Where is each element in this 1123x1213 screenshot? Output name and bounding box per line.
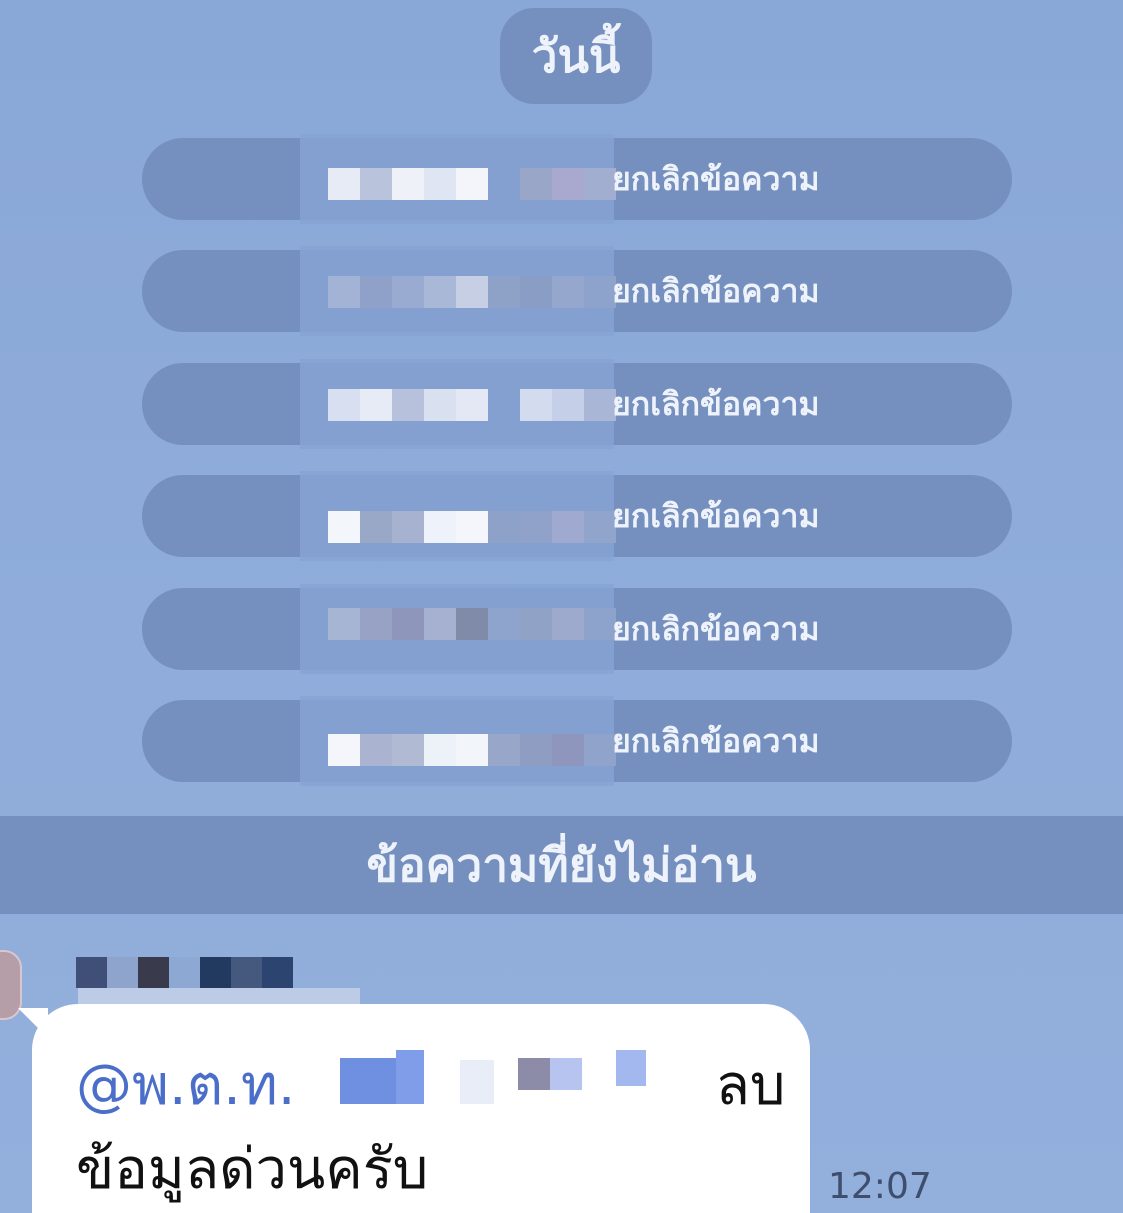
redacted-name — [328, 388, 616, 421]
unsend-notice-text: ยกเลิกข้อความ — [612, 721, 820, 760]
unread-divider-label: ข้อความที่ยังไม่อ่าน — [366, 837, 757, 892]
mention-link[interactable]: @พ.ต.ท. — [76, 1053, 296, 1118]
sender-name-redacted — [76, 957, 293, 988]
redacted-mention-name — [340, 1030, 670, 1120]
message-text-part: ลบ — [715, 1053, 786, 1118]
redacted-name — [328, 733, 616, 766]
redacted-name — [328, 276, 616, 309]
unsend-notice: ยกเลิกข้อความ — [142, 246, 1012, 337]
unsend-notice-text: ยกเลิกข้อความ — [612, 272, 820, 311]
unsend-notice-text: ยกเลิกข้อความ — [612, 497, 820, 536]
message-timestamp: 12:07 — [828, 1166, 932, 1207]
redacted-name — [328, 511, 616, 544]
unsend-notice-text: ยกเลิกข้อความ — [612, 160, 820, 198]
unsend-notice-text: ยกเลิกข้อความ — [612, 384, 820, 423]
unsend-notice-text: ยกเลิกข้อความ — [612, 609, 820, 648]
unsend-notice: ยกเลิกข้อความ — [142, 695, 1012, 786]
unsend-notice: ยกเลิกข้อความ — [142, 358, 1012, 449]
redacted-name — [328, 607, 616, 640]
unsend-notice: ยกเลิกข้อความ — [142, 471, 1012, 562]
unsend-notice: ยกเลิกข้อความ — [142, 134, 1012, 224]
unsend-notice-list: ยกเลิกข้อความ ยกเลิกข้อความ ยกเลิกข้อควา… — [142, 134, 1012, 812]
unsend-notice: ยกเลิกข้อความ — [142, 583, 1012, 674]
message-line-2: ข้อมูลด่วนครับ — [76, 1137, 429, 1202]
date-label: วันนี้ — [531, 28, 621, 83]
date-separator: วันนี้ — [500, 8, 652, 104]
redacted-name — [328, 168, 616, 200]
unread-divider: ข้อความที่ยังไม่อ่าน — [0, 816, 1123, 914]
